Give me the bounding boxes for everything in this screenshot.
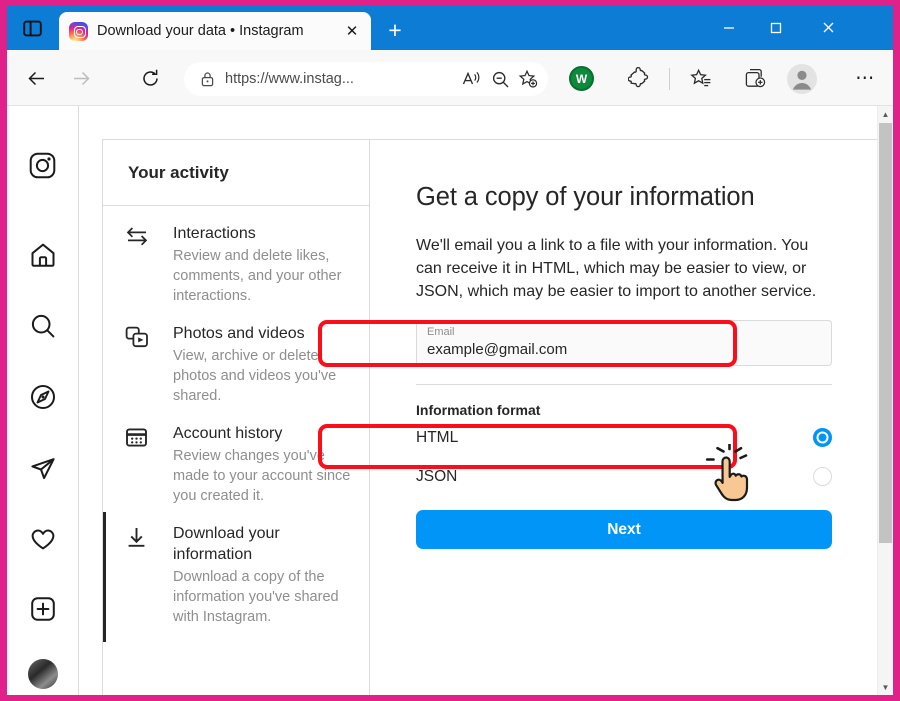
url-text: https://www.instag...: [225, 71, 354, 87]
instagram-favicon: [69, 21, 88, 41]
activity-header: Your activity: [103, 140, 369, 206]
page-title: Get a copy of your information: [416, 183, 755, 211]
radio-button-html[interactable]: [813, 428, 832, 447]
close-icon[interactable]: ✕: [339, 18, 365, 44]
radio-button-json[interactable]: [813, 467, 832, 486]
more-options-icon[interactable]: ⋯: [847, 60, 883, 96]
activity-title: Your activity: [128, 162, 229, 182]
back-arrow-icon[interactable]: [18, 60, 54, 96]
activity-item-download-your-information[interactable]: Download your information Download a cop…: [103, 506, 369, 642]
explore-compass-icon[interactable]: [21, 375, 65, 419]
activity-item-desc: View, archive or delete photos and video…: [173, 348, 337, 404]
activity-item-interactions[interactable]: Interactions Review and delete likes, co…: [103, 206, 369, 306]
your-activity-panel: Your activity Interactions Review and de…: [103, 140, 370, 695]
profile-avatar[interactable]: [27, 659, 58, 689]
messenger-send-icon[interactable]: [21, 446, 65, 490]
collections-icon[interactable]: [737, 60, 773, 96]
zoom-out-icon[interactable]: [486, 65, 514, 93]
favorites-star-icon[interactable]: [683, 60, 719, 96]
forward-arrow-icon: [63, 60, 99, 96]
tab-title: Download your data • Instagram: [97, 23, 304, 39]
information-format-label: Information format: [416, 402, 541, 418]
activity-item-title: Account history: [173, 425, 283, 442]
heart-icon[interactable]: [21, 517, 65, 561]
next-button[interactable]: Next: [416, 510, 832, 549]
scroll-down-arrow[interactable]: ▼: [878, 679, 893, 695]
browser-toolbar: https://www.instag... W ⋯: [7, 50, 893, 106]
activity-item-title: Photos and videos: [173, 325, 305, 342]
email-label: Email: [427, 326, 455, 338]
format-option-label: HTML: [416, 428, 459, 446]
minimize-button[interactable]: [705, 5, 752, 50]
lock-icon[interactable]: [194, 71, 220, 87]
plus-square-icon[interactable]: [21, 587, 65, 631]
format-option-label: JSON: [416, 467, 458, 485]
browser-titlebar: Download your data • Instagram ✕ +: [7, 5, 893, 50]
settings-card: Your activity Interactions Review and de…: [102, 139, 879, 695]
activity-item-desc: Review changes you've made to your accou…: [173, 448, 351, 504]
page-scrollbar[interactable]: ▲ ▼: [877, 106, 893, 695]
browser-window: Download your data • Instagram ✕ + https…: [7, 5, 893, 695]
format-option-html[interactable]: HTML: [416, 418, 832, 457]
address-bar[interactable]: https://www.instag...: [184, 62, 548, 96]
activity-item-account-history[interactable]: Account history Review changes you've ma…: [103, 406, 369, 506]
email-field[interactable]: Email example@gmail.com: [416, 320, 832, 366]
page-description: We'll email you a link to a file with yo…: [416, 237, 817, 300]
read-aloud-icon[interactable]: [458, 65, 486, 93]
puzzle-piece-icon[interactable]: [621, 60, 657, 96]
close-window-button[interactable]: [805, 5, 852, 50]
page-viewport: Your activity Interactions Review and de…: [7, 106, 893, 695]
new-tab-button[interactable]: +: [379, 15, 411, 45]
profile-avatar-icon[interactable]: [787, 64, 817, 94]
maximize-button[interactable]: [752, 5, 799, 50]
scroll-up-arrow[interactable]: ▲: [878, 106, 893, 122]
format-option-json[interactable]: JSON: [416, 457, 832, 496]
home-icon[interactable]: [21, 233, 65, 277]
photos-videos-icon: [125, 323, 173, 357]
instagram-logo-icon[interactable]: [21, 143, 65, 187]
split-pane-icon[interactable]: [15, 12, 49, 44]
activity-item-desc: Review and delete likes, comments, and y…: [173, 248, 342, 304]
activity-item-title: Interactions: [173, 225, 256, 242]
download-information-form: Get a copy of your information We'll ema…: [370, 140, 878, 695]
section-divider: [416, 384, 832, 385]
annotation-frame: Download your data • Instagram ✕ + https…: [0, 0, 900, 701]
search-icon[interactable]: [21, 304, 65, 348]
calendar-icon: [125, 423, 173, 457]
interactions-arrows-icon: [125, 223, 173, 257]
activity-item-title: Download your information: [173, 525, 280, 563]
download-arrow-icon: [125, 523, 173, 557]
reload-icon[interactable]: [132, 60, 168, 96]
activity-item-photos-and-videos[interactable]: Photos and videos View, archive or delet…: [103, 306, 369, 406]
add-favorite-star-icon[interactable]: [514, 65, 542, 93]
browser-tab[interactable]: Download your data • Instagram ✕: [59, 12, 371, 50]
scrollbar-thumb[interactable]: [879, 123, 892, 543]
extension-badge-icon[interactable]: W: [569, 66, 594, 91]
email-input[interactable]: example@gmail.com: [427, 340, 821, 360]
activity-item-desc: Download a copy of the information you'v…: [173, 569, 339, 625]
instagram-sidebar: [7, 106, 79, 695]
toolbar-separator: [669, 68, 670, 90]
